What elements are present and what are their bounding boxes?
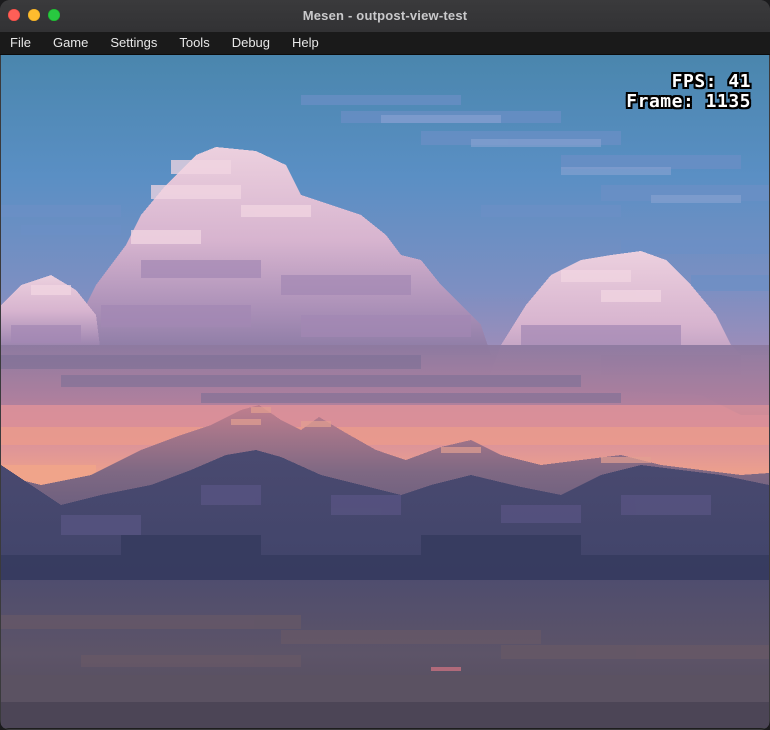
menu-tools[interactable]: Tools bbox=[168, 32, 220, 54]
app-window: Mesen - outpost-view-test File Game Sett… bbox=[0, 0, 770, 730]
menu-debug[interactable]: Debug bbox=[221, 32, 281, 54]
title-bar[interactable]: Mesen - outpost-view-test bbox=[0, 0, 770, 33]
fps-overlay: FPS: 41 Frame: 1135 bbox=[626, 72, 751, 112]
frame-counter: Frame: 1135 bbox=[626, 91, 751, 112]
fps-counter: FPS: 41 bbox=[671, 71, 751, 92]
game-viewport[interactable]: FPS: 41 Frame: 1135 bbox=[1, 55, 769, 728]
menu-bar: File Game Settings Tools Debug Help bbox=[0, 32, 770, 55]
menu-help[interactable]: Help bbox=[281, 32, 330, 54]
menu-game[interactable]: Game bbox=[42, 32, 99, 54]
menu-file[interactable]: File bbox=[0, 32, 42, 54]
window-title: Mesen - outpost-view-test bbox=[302, 8, 468, 23]
menu-settings[interactable]: Settings bbox=[99, 32, 168, 54]
game-scene bbox=[1, 55, 769, 728]
